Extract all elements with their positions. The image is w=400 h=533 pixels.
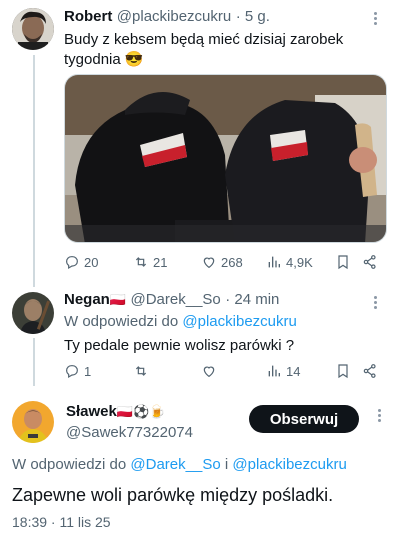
thread-line: [33, 338, 35, 386]
reply-prefix: W odpowiedzi do: [12, 456, 127, 473]
reply-button[interactable]: 20: [64, 254, 98, 270]
tweet-text: Ty pedale pewnie wolisz parówki ?: [64, 337, 295, 354]
reply-icon: [66, 365, 78, 379]
profile-badges-emoji: 🇵🇱⚽🍺: [116, 404, 166, 419]
views-button[interactable]: 4,9K: [266, 254, 313, 270]
reply-prefix: W odpowiedzi do: [64, 313, 179, 330]
poland-flag-emoji: 🇵🇱: [109, 292, 127, 307]
tweet-text: Zapewne woli parówkę między pośladki.: [12, 485, 334, 505]
tweet-media-image[interactable]: [64, 74, 387, 243]
heart-icon: [203, 366, 215, 378]
tweet-text-line2: tygodnia: [64, 51, 121, 68]
reply-mention[interactable]: @plackibezcukru: [182, 313, 296, 330]
reply-and: i: [224, 456, 229, 473]
retweet-count: 21: [153, 254, 168, 270]
like-button[interactable]: 268: [201, 254, 243, 270]
views-count: 14: [286, 363, 301, 379]
reply-count: 20: [84, 254, 99, 270]
author-name[interactable]: Sławek: [66, 403, 117, 420]
retweet-icon: [135, 366, 147, 376]
avatar-slawek[interactable]: [12, 401, 54, 443]
author-handle[interactable]: @Darek__So: [130, 291, 220, 308]
more-options-icon[interactable]: [374, 294, 377, 311]
follow-button[interactable]: Obserwuj: [249, 405, 359, 433]
reply-mention-2[interactable]: @plackibezcukru: [232, 456, 346, 473]
views-chart-icon: [268, 256, 280, 268]
tweet-time[interactable]: · 24 min: [225, 291, 279, 308]
share-button[interactable]: [362, 254, 378, 270]
reply-button[interactable]: 1: [64, 363, 91, 379]
like-count: 268: [221, 254, 243, 270]
author-name[interactable]: Negan: [64, 291, 110, 308]
sunglasses-emoji: 😎: [124, 51, 144, 68]
author-handle[interactable]: @plackibezcukru: [117, 8, 231, 25]
views-count: 4,9K: [286, 254, 313, 270]
more-options-icon[interactable]: [374, 10, 377, 27]
reply-mention-1[interactable]: @Darek__So: [130, 456, 220, 473]
bookmark-icon: [338, 255, 348, 270]
retweet-button[interactable]: 21: [133, 254, 167, 270]
tweet-text-line1: Budy z kebsem będą mieć dzisiaj zarobek: [64, 31, 344, 48]
share-icon: [363, 364, 376, 378]
avatar-robert[interactable]: [12, 8, 54, 50]
retweet-icon: [135, 257, 147, 267]
bookmark-button[interactable]: [335, 363, 351, 379]
more-options-icon[interactable]: [378, 407, 381, 424]
heart-icon: [203, 257, 215, 269]
reply-count: 1: [84, 363, 92, 379]
share-icon: [363, 255, 376, 269]
like-button[interactable]: [201, 363, 217, 379]
views-button[interactable]: 14: [266, 363, 300, 379]
thread-line: [33, 55, 35, 287]
author-handle[interactable]: @Sawek77322074: [66, 424, 193, 441]
tweet-timestamp[interactable]: 18:39 · 11 lis 25: [12, 514, 111, 530]
bookmark-icon: [338, 364, 348, 379]
bookmark-button[interactable]: [335, 254, 351, 270]
tweet-time[interactable]: · 5 g.: [236, 8, 270, 25]
author-name[interactable]: Robert: [64, 8, 112, 25]
reply-icon: [66, 256, 78, 270]
avatar-negan[interactable]: [12, 292, 54, 334]
views-chart-icon: [268, 365, 280, 377]
retweet-button[interactable]: [133, 363, 149, 379]
share-button[interactable]: [362, 363, 378, 379]
